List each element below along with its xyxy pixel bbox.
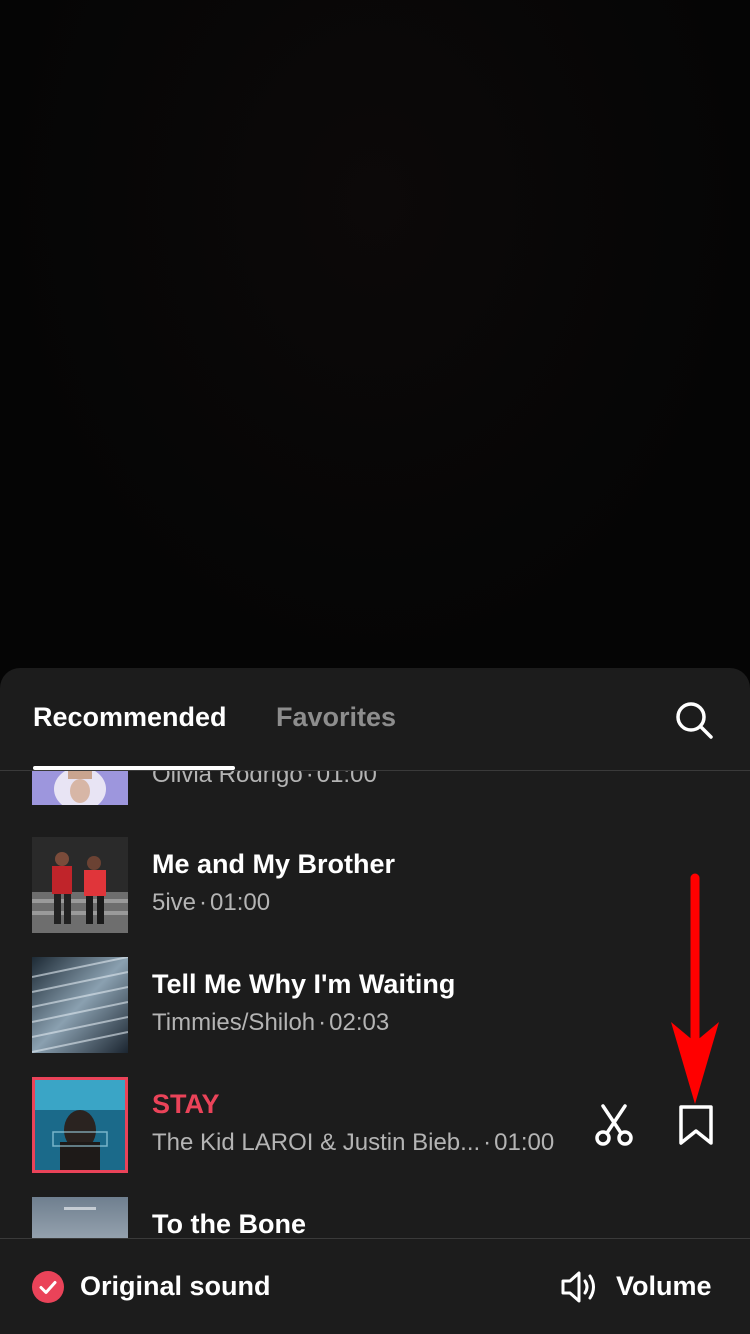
album-art [32,837,128,933]
song-row-selected[interactable]: STAY The Kid LAROI & Justin Bieb... · 01:0… [0,1077,750,1173]
check-icon [39,1281,57,1294]
song-row[interactable]: To the Bone [0,1197,750,1238]
song-meta: The Kid LAROI & Justin Bieb... · 01:00 [152,1129,555,1156]
song-artist: Timmies/Shiloh [152,1009,316,1036]
video-preview [0,0,750,668]
volume-label[interactable]: Volume [616,1271,712,1302]
album-art [32,1077,128,1173]
annotation-arrow-icon [671,873,719,1104]
song-meta: Olivia Rodrigo · 01:00 [152,771,377,789]
original-sound-label[interactable]: Original sound [80,1271,271,1302]
song-artist: 5ive [152,889,197,916]
favorite-button[interactable] [674,1103,718,1147]
song-artist: Olivia Rodrigo [152,771,303,788]
song-row[interactable]: Me and My Brother 5ive · 01:00 [0,837,750,933]
scissors-icon [595,1104,633,1146]
song-title: To the Bone [152,1209,306,1238]
song-meta: Timmies/Shiloh · 02:03 [152,1009,390,1036]
song-artist: The Kid LAROI & Justin Bieb... [152,1129,481,1156]
song-meta: 5ive · 01:00 [152,889,271,916]
song-title: STAY [152,1089,220,1119]
song-row[interactable]: Tell Me Why I'm Waiting Timmies/Shiloh · 0… [0,957,750,1053]
song-duration: 01:00 [494,1129,555,1156]
active-tab-indicator [33,766,235,770]
tab-favorites[interactable]: Favorites [276,702,396,733]
song-duration: 02:03 [329,1009,390,1036]
album-art [32,1197,128,1238]
song-title: Me and My Brother [152,849,396,879]
search-button[interactable] [672,698,716,742]
sound-picker-sheet: Recommended Favorites Olivia Rodrigo · 0… [0,668,750,1334]
song-list[interactable]: Olivia Rodrigo · 01:00 Me and My Brother… [0,771,750,1238]
sound-footer: Original sound Volume [0,1238,750,1334]
tab-recommended[interactable]: Recommended [33,702,227,733]
album-art [32,771,128,805]
song-duration: 01:00 [210,889,271,916]
tab-bar: Recommended Favorites [0,668,750,771]
song-row[interactable]: Olivia Rodrigo · 01:00 [0,771,750,805]
song-title: Tell Me Why I'm Waiting [152,969,456,999]
song-duration: 01:00 [316,771,377,788]
album-art [32,957,128,1053]
trim-button[interactable] [592,1103,636,1147]
original-sound-toggle[interactable] [32,1271,64,1303]
speaker-icon [561,1271,595,1303]
bookmark-icon [679,1105,713,1145]
search-icon [676,702,713,739]
volume-button[interactable] [560,1269,600,1305]
